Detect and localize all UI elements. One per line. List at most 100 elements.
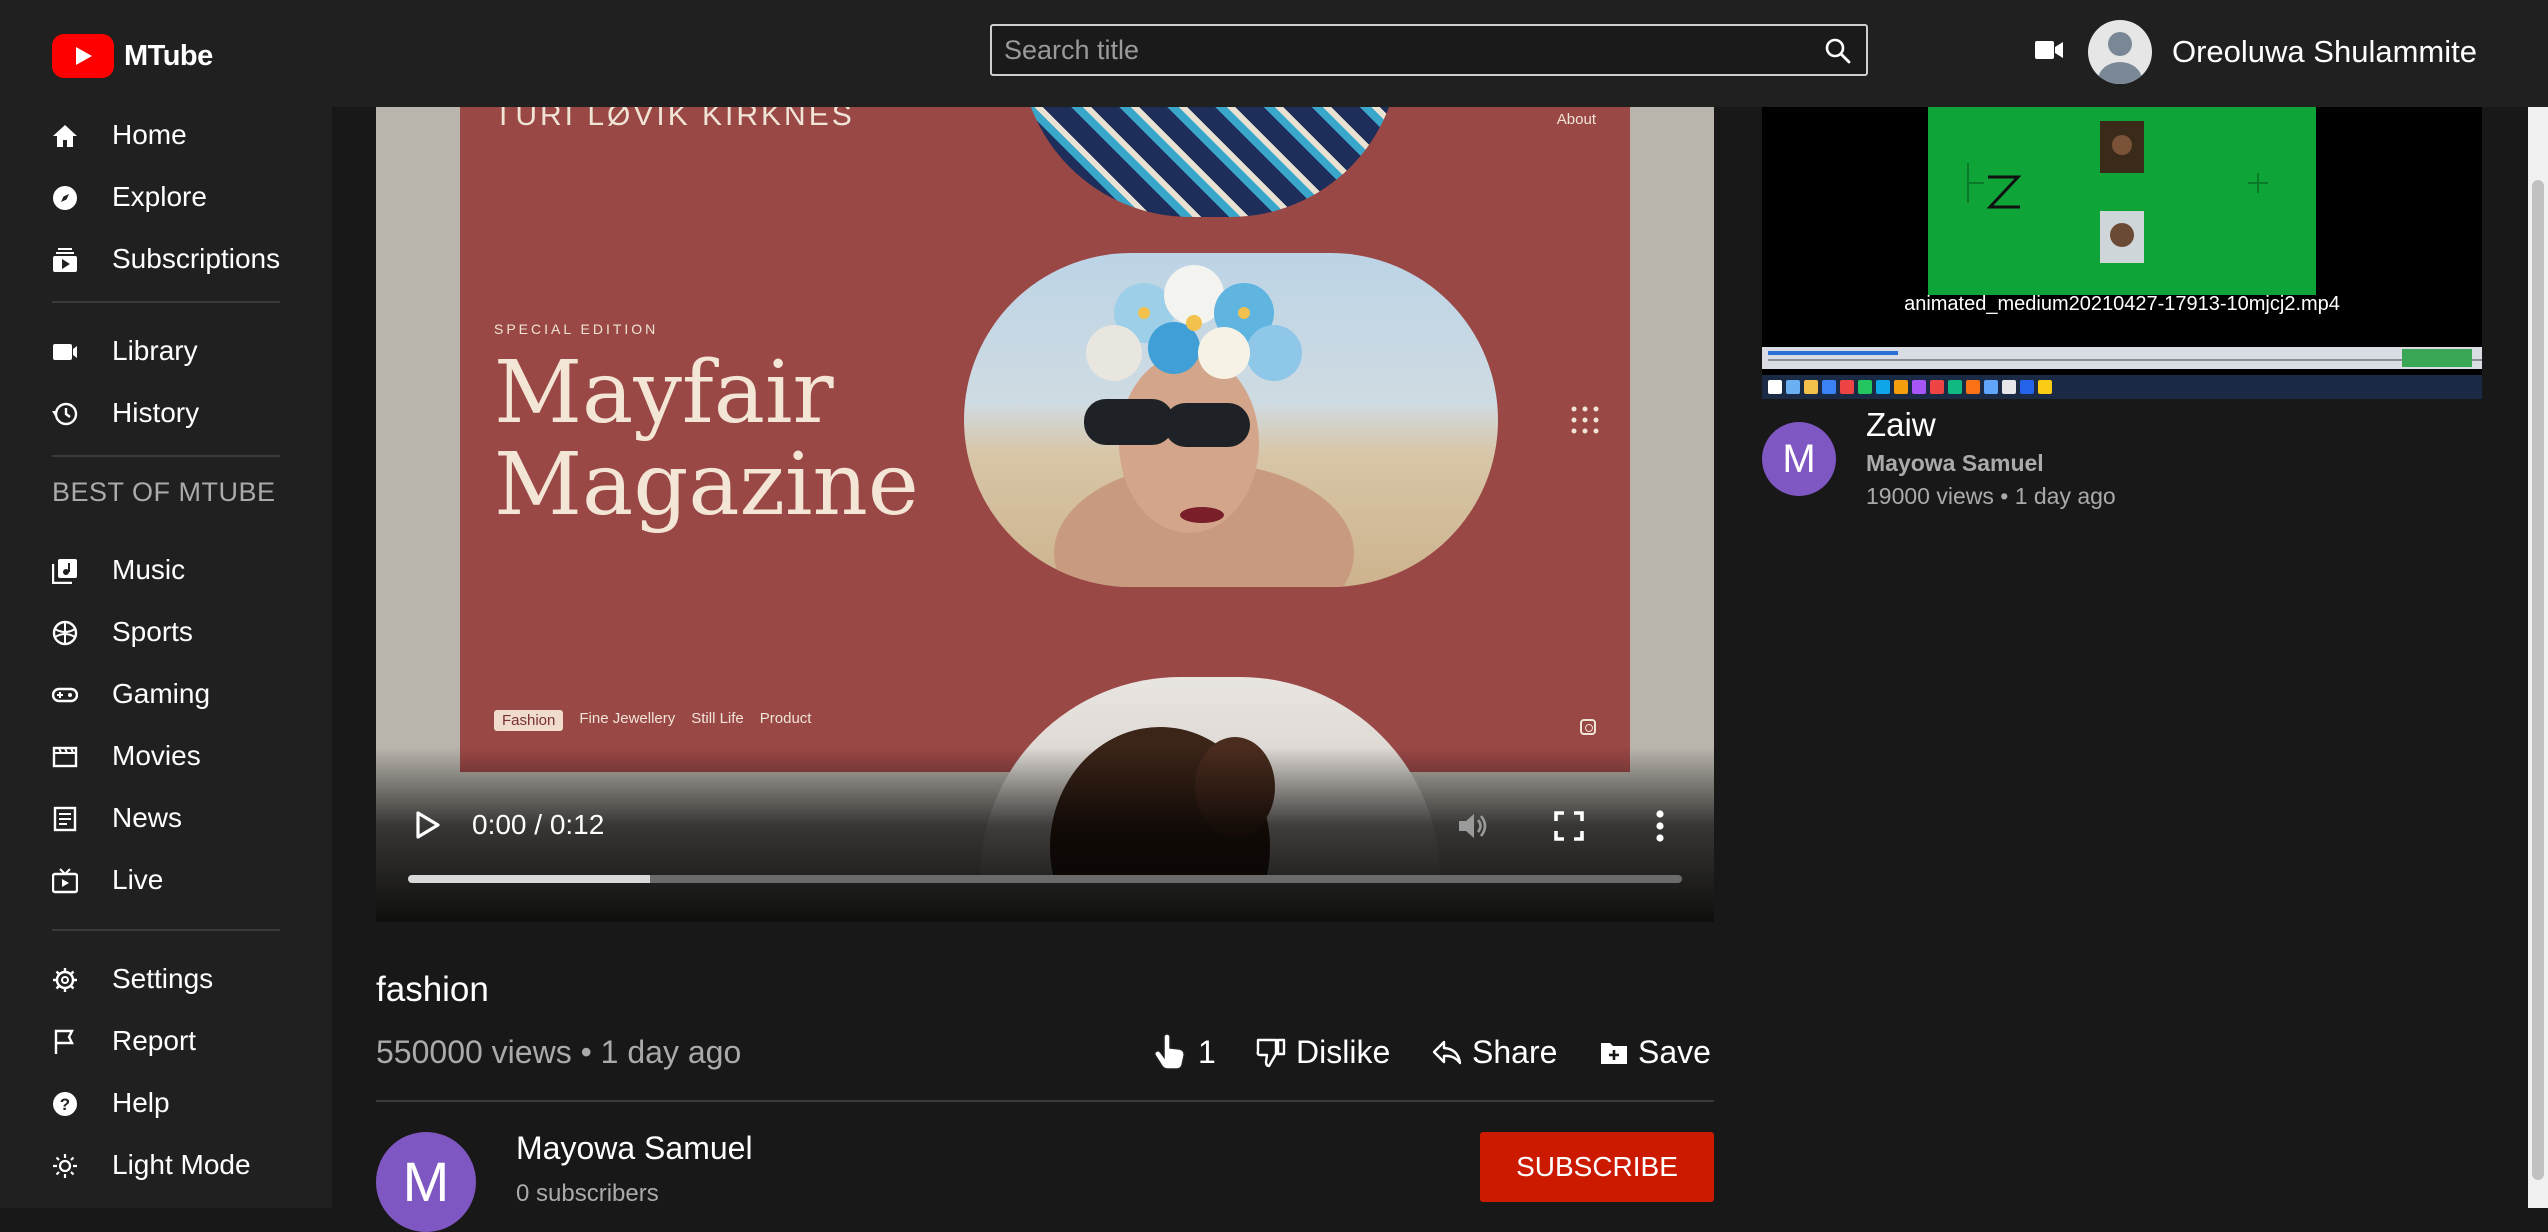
gaming-icon <box>52 687 78 703</box>
fullscreen-icon <box>1554 811 1584 841</box>
like-count: 1 <box>1198 1033 1216 1070</box>
share-label: Share <box>1472 1033 1558 1070</box>
dislike-label: Dislike <box>1296 1033 1391 1070</box>
video-frame: TURI LØVIK KIRKNES About SPECIAL EDITION… <box>460 107 1630 877</box>
sidebar-item-movies[interactable]: Movies <box>0 730 332 782</box>
subscriber-count: 0 subscribers <box>516 1180 659 1207</box>
dislike-button[interactable]: Dislike <box>1256 1030 1390 1074</box>
frame-nav-item: Fashion <box>494 710 564 731</box>
sidebar-item-live[interactable]: Live <box>0 854 332 906</box>
page-scrollbar-thumb[interactable] <box>2532 180 2544 1180</box>
compass-icon <box>53 186 77 210</box>
sidebar-item-label: Gaming <box>112 678 211 709</box>
hand-pointer-icon <box>1154 1033 1185 1070</box>
sidebar-divider <box>52 455 280 457</box>
svg-text:?: ? <box>60 1095 70 1114</box>
subscriptions-icon <box>53 248 77 272</box>
home-icon <box>53 125 77 147</box>
sidebar-item-home[interactable]: Home <box>0 109 332 161</box>
sidebar-item-settings[interactable]: Settings <box>0 953 332 1005</box>
frame-special-text: SPECIAL EDITION <box>494 321 659 337</box>
seek-bar[interactable] <box>408 875 1682 883</box>
sidebar-item-label: Movies <box>112 740 201 771</box>
user-name: Oreoluwa Shulammite <box>2172 34 2477 69</box>
sidebar-divider <box>52 301 280 303</box>
like-button[interactable]: 1 <box>1152 1030 1216 1074</box>
vertical-dots-icon <box>1656 810 1664 842</box>
frame-title-line: Magazine <box>494 435 919 535</box>
sidebar-item-label: Sports <box>112 616 193 647</box>
share-button[interactable]: Share <box>1432 1030 1557 1074</box>
sidebar-section-title: BEST OF MTUBE <box>52 477 276 507</box>
sidebar-item-history[interactable]: History <box>0 387 332 439</box>
video-meta: 550000 views • 1 day ago <box>376 1034 742 1070</box>
video-player[interactable]: TURI LØVIK KIRKNES About SPECIAL EDITION… <box>376 107 1714 922</box>
recommended-channel-name[interactable]: Mayowa Samuel <box>1866 450 2044 477</box>
user-avatar[interactable] <box>2088 20 2152 84</box>
save-button[interactable]: Save <box>1600 1030 1711 1074</box>
volume-button[interactable] <box>1456 809 1490 848</box>
sidebar-item-report[interactable]: Report <box>0 1015 332 1067</box>
thumbs-down-icon <box>1256 1038 1286 1068</box>
play-button[interactable] <box>412 807 442 848</box>
time-display: 0:00 / 0:12 <box>472 809 605 840</box>
play-logo-icon <box>52 34 114 78</box>
music-icon <box>52 559 77 584</box>
info-divider <box>376 1100 1714 1102</box>
sidebar-item-label: Report <box>112 1025 197 1056</box>
sidebar-item-label: Help <box>112 1087 170 1118</box>
sidebar-item-music[interactable]: Music <box>0 544 332 596</box>
sidebar-item-label: Subscriptions <box>112 243 281 274</box>
model-photo <box>964 253 1498 587</box>
sidebar-item-help[interactable]: ? Help <box>0 1077 332 1129</box>
logo[interactable]: MTube <box>52 34 213 78</box>
share-icon <box>1432 1040 1462 1065</box>
sidebar-item-gaming[interactable]: Gaming <box>0 668 332 720</box>
sidebar-item-explore[interactable]: Explore <box>0 171 332 223</box>
user-silhouette-icon <box>2098 32 2142 84</box>
gear-icon <box>53 968 77 992</box>
frame-nav: Fashion Fine Jewellery Still Life Produc… <box>494 710 811 731</box>
sun-icon <box>53 1154 77 1178</box>
movies-icon <box>52 746 78 768</box>
subscribe-button[interactable]: SUBSCRIBE <box>1480 1132 1714 1202</box>
sidebar: Home Explore Subscriptions Library Histo… <box>0 107 332 1208</box>
sidebar-item-news[interactable]: News <box>0 792 332 844</box>
recommended-channel-avatar[interactable]: M <box>1762 422 1836 496</box>
instagram-icon <box>1580 719 1596 735</box>
channel-avatar[interactable]: M <box>376 1132 476 1232</box>
search-input[interactable] <box>992 26 1816 74</box>
app-name: MTube <box>124 39 213 72</box>
sidebar-item-subscriptions[interactable]: Subscriptions <box>0 233 332 285</box>
sidebar-item-label: Settings <box>112 963 214 994</box>
thumbnail-caption: animated_medium20210427-17913-10mjcj2.mp… <box>1904 293 2340 315</box>
sidebar-item-label: Explore <box>112 181 207 212</box>
sidebar-item-light-mode[interactable]: Light Mode <box>0 1139 332 1191</box>
thumbnail-taskbar <box>1762 375 2482 399</box>
save-label: Save <box>1638 1033 1711 1070</box>
channel-name[interactable]: Mayowa Samuel <box>516 1130 753 1167</box>
recommended-title[interactable]: Zaiw <box>1866 406 1936 444</box>
help-icon: ? <box>53 1092 77 1116</box>
top-header: MTube Oreoluwa Shulammite <box>0 0 2548 107</box>
recommended-thumbnail[interactable]: animated_medium20210427-17913-10mjcj2.mp… <box>1762 107 2482 399</box>
sidebar-item-label: Music <box>112 554 186 585</box>
search-icon[interactable] <box>1824 37 1852 70</box>
sidebar-item-label: Live <box>112 864 164 895</box>
flag-icon <box>54 1029 74 1054</box>
sidebar-item-label: Library <box>112 335 198 366</box>
save-folder-icon <box>1601 1043 1627 1064</box>
frame-brand-text: TURI LØVIK KIRKNES <box>494 107 855 132</box>
thumbnail-green-screen <box>1928 107 2316 295</box>
sidebar-item-sports[interactable]: Sports <box>0 606 332 658</box>
more-options-button[interactable] <box>1654 809 1666 848</box>
video-title: fashion <box>376 970 489 1009</box>
play-icon <box>416 811 440 839</box>
library-icon <box>53 344 77 360</box>
fullscreen-button[interactable] <box>1554 811 1584 846</box>
search-box <box>990 24 1868 76</box>
video-camera-icon[interactable] <box>2034 38 2064 67</box>
frame-title: Mayfair Magazine <box>494 347 919 531</box>
sidebar-item-library[interactable]: Library <box>0 325 332 377</box>
sports-icon <box>52 620 78 646</box>
